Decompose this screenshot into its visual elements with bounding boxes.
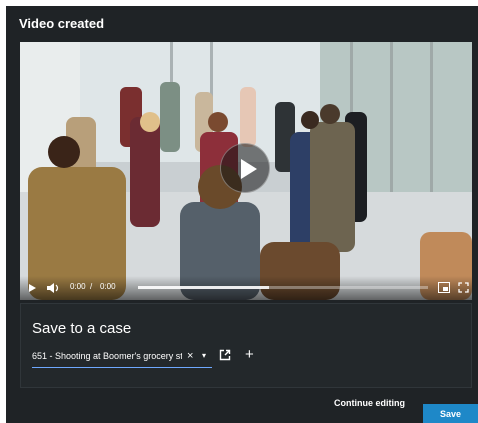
continue-editing-button[interactable]: Continue editing xyxy=(334,398,405,408)
save-to-case-panel: Save to a case 651 - Shooting at Boomer'… xyxy=(20,303,472,388)
save-button[interactable]: Save xyxy=(423,404,478,423)
progress-fill xyxy=(138,286,269,289)
add-case-button[interactable]: + xyxy=(245,346,254,363)
fullscreen-icon[interactable] xyxy=(458,282,469,293)
current-time: 0:00 xyxy=(70,282,86,291)
volume-icon[interactable] xyxy=(46,282,60,294)
clear-case-button[interactable]: × xyxy=(187,350,193,362)
video-player[interactable]: 0:00 / 0:00 xyxy=(20,42,472,300)
duration: 0:00 xyxy=(100,282,116,291)
picture-in-picture-icon[interactable] xyxy=(438,282,450,293)
time-separator: / xyxy=(90,282,93,291)
dialog-title: Video created xyxy=(19,16,105,31)
play-overlay-button[interactable] xyxy=(220,143,270,193)
progress-bar[interactable] xyxy=(138,286,428,289)
selected-case-value: 651 - Shooting at Boomer's grocery sto xyxy=(32,351,182,361)
chevron-down-icon[interactable]: ▾ xyxy=(202,351,206,360)
open-external-icon[interactable] xyxy=(219,349,231,361)
play-overlay-icon xyxy=(241,159,257,179)
play-icon[interactable] xyxy=(28,283,37,293)
video-controls: 0:00 / 0:00 xyxy=(20,276,472,300)
video-created-dialog: Video created 0:00 / 0:00 Save to a case… xyxy=(6,6,478,423)
case-select-field[interactable]: 651 - Shooting at Boomer's grocery sto ×… xyxy=(32,350,212,368)
save-to-case-heading: Save to a case xyxy=(32,320,132,337)
